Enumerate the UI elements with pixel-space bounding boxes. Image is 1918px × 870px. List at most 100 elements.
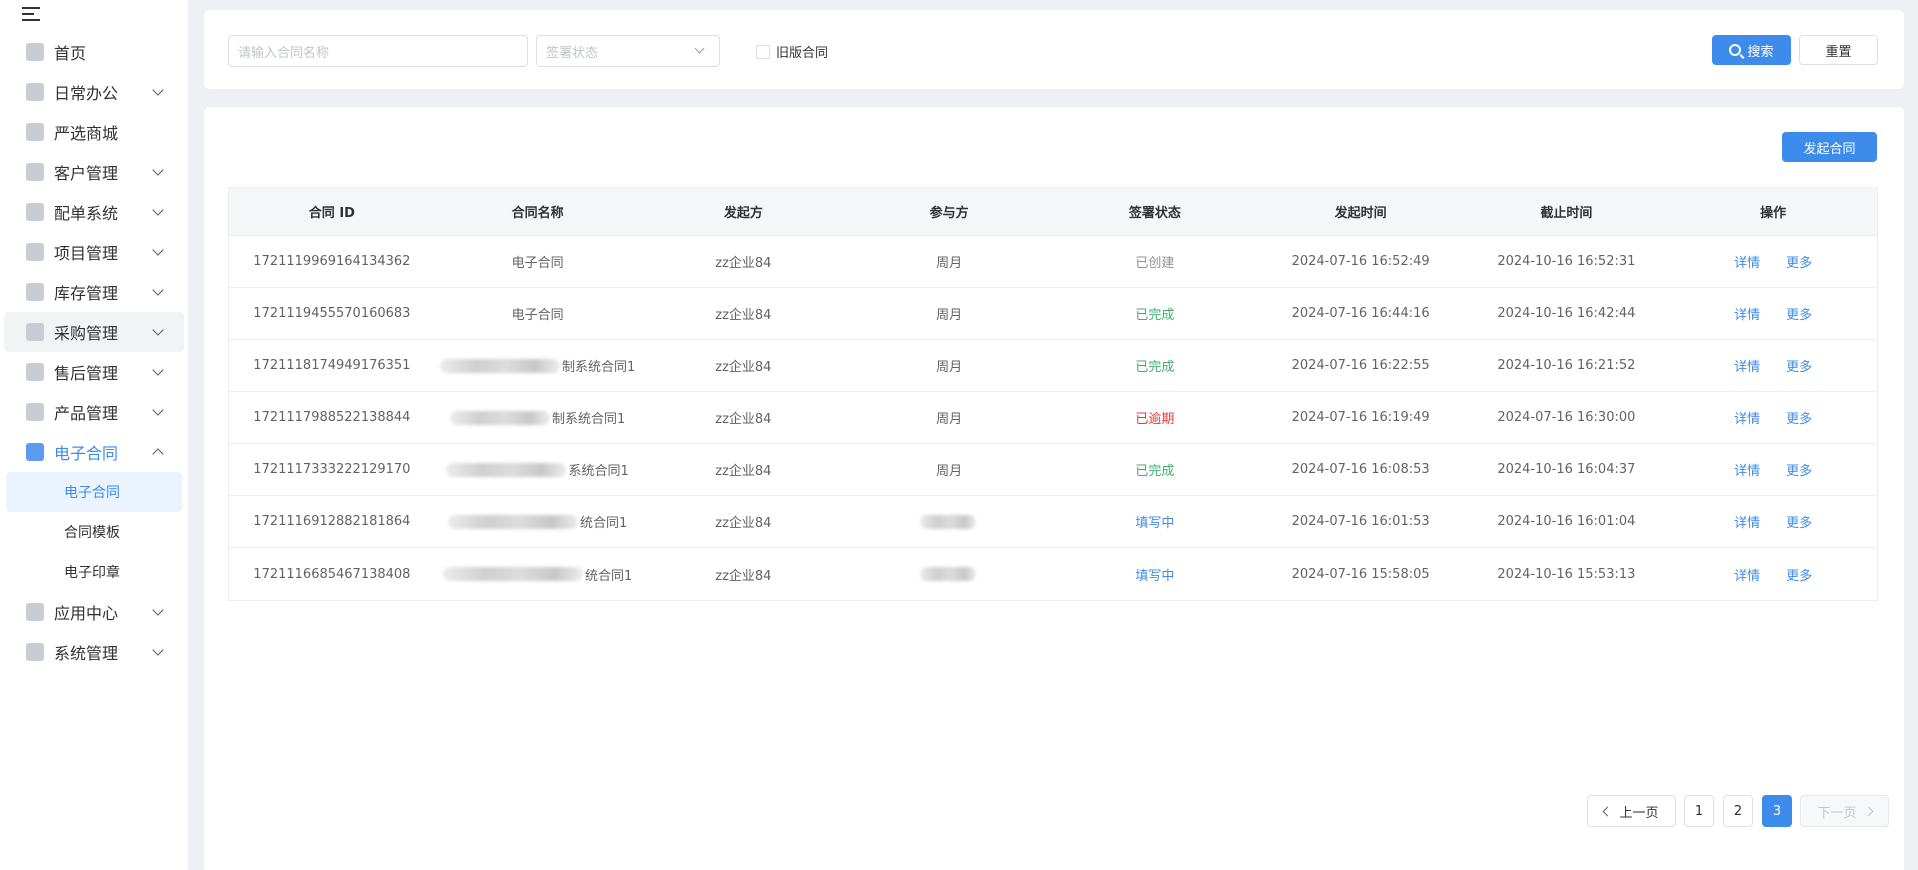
sidebar-item-store[interactable]: 严选商城 xyxy=(4,112,184,152)
page-number: 3 xyxy=(1772,803,1782,819)
end-time-cell: 2024-10-16 15:53:13 xyxy=(1497,566,1636,582)
start-time-cell: 2024-07-16 16:22:55 xyxy=(1291,358,1430,373)
old-version-checkbox[interactable]: 旧版合同 xyxy=(756,42,828,61)
redacted-text xyxy=(446,462,567,477)
more-link[interactable]: 更多 xyxy=(1786,252,1812,271)
table-row: 1721117988522138844 制系统合同1 zz企业84 周月 已逾期 2024… xyxy=(229,392,1877,444)
chevron-down-icon xyxy=(152,164,164,176)
checkbox-box[interactable] xyxy=(756,44,770,59)
page-number: 1 xyxy=(1694,803,1704,819)
more-link[interactable]: 更多 xyxy=(1786,304,1812,323)
sidebar-item-label: 应用中心 xyxy=(54,604,119,623)
detail-link[interactable]: 详情 xyxy=(1734,304,1760,323)
briefcase-icon xyxy=(26,83,44,101)
sidebar-item-apps[interactable]: 应用中心 xyxy=(4,592,184,632)
sidebar-item-label: 电子合同 xyxy=(54,444,119,463)
sidebar-item-home[interactable]: 首页 xyxy=(4,32,184,72)
sidebar-item-headset[interactable]: 售后管理 xyxy=(4,352,184,392)
sidebar-item-order[interactable]: 配单系统 xyxy=(4,192,184,232)
menu-collapse-icon[interactable] xyxy=(22,6,42,22)
column-header: 参与方 xyxy=(929,206,969,221)
more-link[interactable]: 更多 xyxy=(1786,356,1812,375)
contract-name-text: 统合同1 xyxy=(584,568,633,584)
initiator-cell: zz企业84 xyxy=(715,464,772,479)
sidebar-item-label: 产品管理 xyxy=(54,404,119,423)
sidebar-item-label: 采购管理 xyxy=(54,324,119,343)
search-button[interactable]: 搜索 xyxy=(1712,35,1791,65)
status-badge: 填写中 xyxy=(1135,568,1175,584)
home-icon xyxy=(26,43,44,61)
detail-link[interactable]: 详情 xyxy=(1734,356,1760,375)
status-badge: 已完成 xyxy=(1135,308,1175,323)
redacted-text xyxy=(447,514,578,529)
more-link[interactable]: 更多 xyxy=(1786,460,1812,479)
participant-text: 周月 xyxy=(936,464,963,479)
chevron-down-icon xyxy=(152,84,164,96)
contract-name-text: 电子合同 xyxy=(511,256,564,271)
chevron-down-icon xyxy=(694,43,705,54)
sidebar-item-inventory[interactable]: 库存管理 xyxy=(4,272,184,312)
sidebar-item-briefcase[interactable]: 日常办公 xyxy=(4,72,184,112)
contract-name-text: 电子合同 xyxy=(511,308,564,323)
page-2-button[interactable]: 2 xyxy=(1723,795,1753,827)
actions-cell: 详情 更多 xyxy=(1669,496,1877,547)
more-link[interactable]: 更多 xyxy=(1786,408,1812,427)
sidebar-item-label: 日常办公 xyxy=(54,84,119,103)
reset-button-label: 重置 xyxy=(1825,44,1852,60)
participant-cell xyxy=(846,548,1052,600)
sidebar-item-label: 售后管理 xyxy=(54,364,119,383)
contract-name-placeholder: 请输入合同名称 xyxy=(238,45,330,61)
prev-page-label: 上一页 xyxy=(1619,805,1659,821)
column-header: 操作 xyxy=(1760,206,1787,221)
submenu-item[interactable]: 电子合同 xyxy=(6,472,182,512)
more-link[interactable]: 更多 xyxy=(1786,565,1812,584)
sidebar-item-contract[interactable]: 电子合同 xyxy=(4,432,184,472)
prev-page-button[interactable]: 上一页 xyxy=(1587,795,1676,827)
detail-link[interactable]: 详情 xyxy=(1734,408,1760,427)
table-row: 1721119969164134362 电子合同 zz企业84 周月 已创建 2024-0… xyxy=(229,236,1877,288)
detail-link[interactable]: 详情 xyxy=(1734,460,1760,479)
participant-text: 周月 xyxy=(936,256,963,271)
contract-name-input[interactable]: 请输入合同名称 xyxy=(228,35,528,67)
old-version-label: 旧版合同 xyxy=(776,46,829,61)
sidebar-item-settings[interactable]: 系统管理 xyxy=(4,632,184,672)
folder-icon xyxy=(26,243,44,261)
detail-link[interactable]: 详情 xyxy=(1734,252,1760,271)
column-header: 签署状态 xyxy=(1128,206,1181,221)
sign-status-select[interactable]: 签署状态 xyxy=(536,35,720,67)
store-icon xyxy=(26,123,44,141)
sidebar: 首页日常办公严选商城 客户管理 配单系统 项目管理 库存管理采购管理售后管理产品管理电子… xyxy=(0,0,188,870)
sidebar-item-folder[interactable]: 项目管理 xyxy=(4,232,184,272)
search-icon xyxy=(1729,44,1742,56)
end-time-cell: 2024-07-16 16:30:00 xyxy=(1497,410,1636,425)
contract-id-cell: 1721116912882181864 xyxy=(253,514,411,529)
table-row: 1721116912882181864 统合同1 zz企业84 填写中 2024-07-… xyxy=(229,496,1877,548)
column-header: 发起时间 xyxy=(1334,206,1387,221)
sidebar-item-product[interactable]: 产品管理 xyxy=(4,392,184,432)
redacted-text xyxy=(439,358,560,373)
status-badge: 填写中 xyxy=(1135,516,1175,531)
reset-button[interactable]: 重置 xyxy=(1799,35,1878,65)
more-link[interactable]: 更多 xyxy=(1786,512,1812,531)
contract-name-text: 制系统合同1 xyxy=(561,360,636,375)
page-1-button[interactable]: 1 xyxy=(1684,795,1714,827)
contract-id-cell: 1721118174949176351 xyxy=(253,358,411,373)
contract-name-text: 统合同1 xyxy=(579,516,628,531)
status-badge: 已完成 xyxy=(1135,464,1175,479)
detail-link[interactable]: 详情 xyxy=(1734,512,1760,531)
product-icon xyxy=(26,403,44,421)
submenu-item[interactable]: 电子印章 xyxy=(6,552,182,592)
contract-name-text: 制系统合同1 xyxy=(551,412,626,427)
sidebar-item-customer[interactable]: 客户管理 xyxy=(4,152,184,192)
submenu-item[interactable]: 合同模板 xyxy=(6,512,182,552)
chevron-left-icon xyxy=(1603,806,1613,816)
participant-text: 周月 xyxy=(936,308,963,323)
detail-link[interactable]: 详情 xyxy=(1734,565,1760,584)
page-3-button[interactable]: 3 xyxy=(1762,795,1792,827)
end-time-cell: 2024-10-16 16:01:04 xyxy=(1497,514,1636,529)
sidebar-item-cart[interactable]: 采购管理 xyxy=(4,312,184,352)
participant-text: 周月 xyxy=(936,360,963,375)
end-time-cell: 2024-10-16 16:21:52 xyxy=(1497,358,1636,373)
launch-contract-button[interactable]: 发起合同 xyxy=(1782,132,1877,162)
actions-cell: 详情 更多 xyxy=(1669,392,1877,443)
